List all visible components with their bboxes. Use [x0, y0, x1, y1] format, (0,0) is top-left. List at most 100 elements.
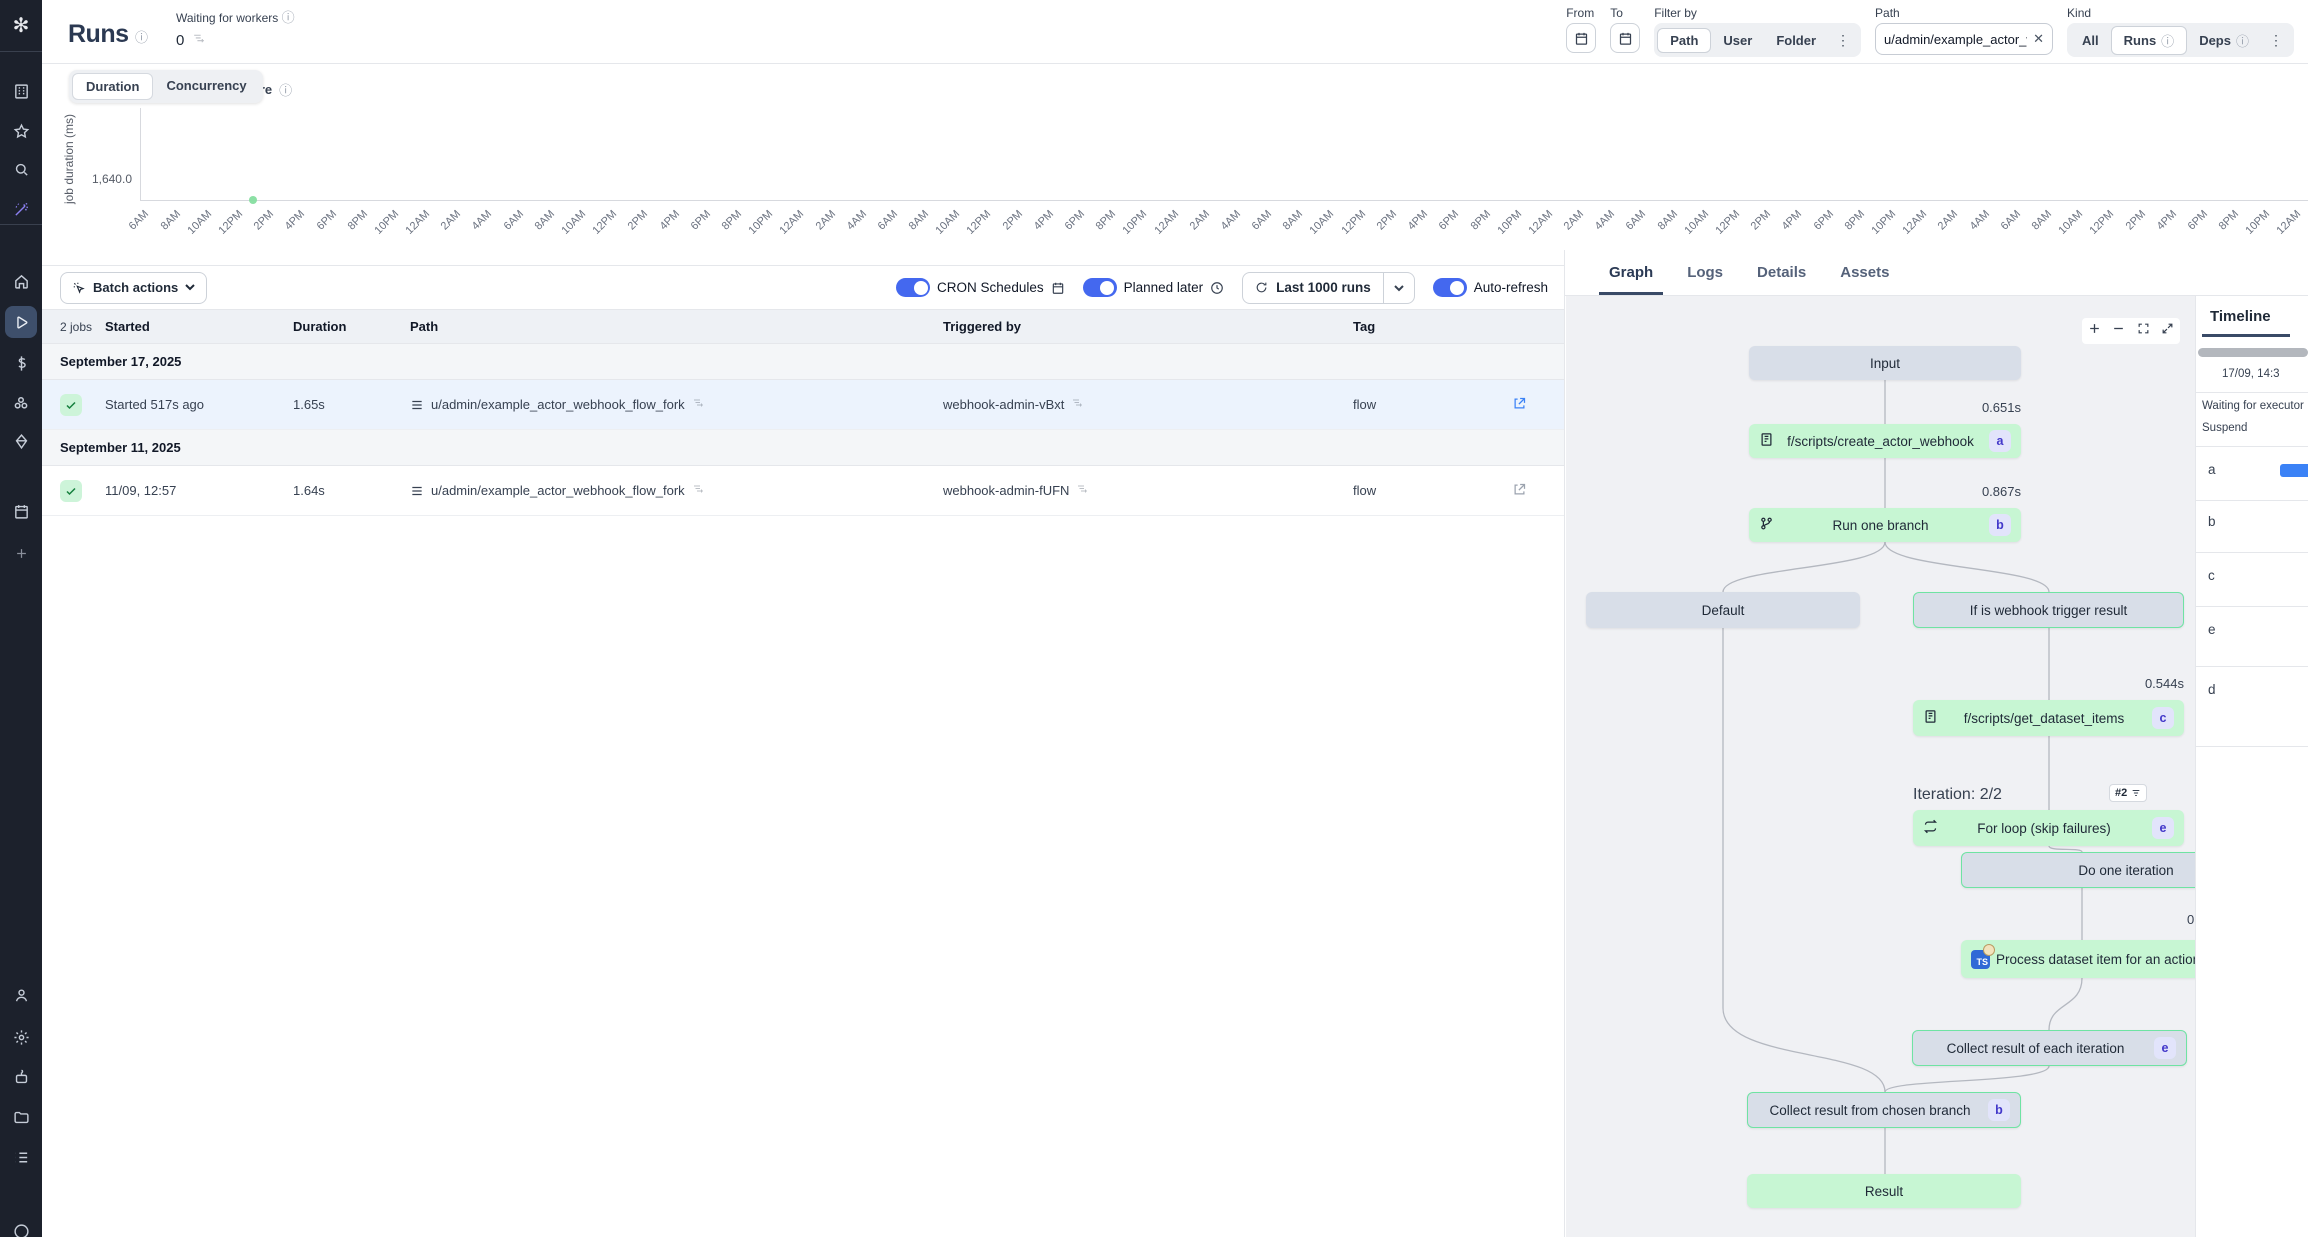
expand-icon[interactable] [2161, 322, 2174, 340]
filter-plus-icon[interactable] [1076, 483, 1088, 498]
typescript-icon: TS [1971, 950, 1990, 969]
timeline-scrollbar[interactable] [2198, 348, 2308, 357]
tab-assets[interactable]: Assets [1840, 250, 1889, 295]
y-axis-label: job duration (ms) [62, 104, 76, 214]
run-row[interactable]: Started 517s ago 1.65s u/admin/example_a… [42, 380, 1564, 430]
success-status-icon [60, 480, 82, 502]
run-data-point[interactable] [249, 196, 257, 204]
flow-node-if-branch[interactable]: If is webhook trigger result [1913, 592, 2184, 628]
open-run-icon[interactable] [1512, 482, 1564, 500]
waiting-info-icon[interactable]: ⓘ [282, 10, 295, 25]
favorites-star-icon[interactable] [0, 116, 42, 146]
planned-later-toggle[interactable] [1083, 278, 1117, 297]
batch-actions-button[interactable]: Batch actions [60, 272, 207, 304]
workers-robot-icon[interactable] [0, 1062, 42, 1092]
from-date-button[interactable] [1566, 23, 1596, 53]
sidebar: ✻ [0, 0, 42, 1237]
date-group-header: September 17, 2025 [42, 344, 1564, 380]
runs-nav-icon[interactable] [5, 306, 37, 338]
folders-icon[interactable] [0, 1102, 42, 1132]
path-filter-input[interactable]: u/admin/example_actor_we... ✕ [1875, 23, 2053, 55]
path-filter-group: Path u/admin/example_actor_we... ✕ [1875, 6, 2053, 55]
loop-icon [1923, 819, 1938, 837]
flow-node-step-b[interactable]: Run one branch b [1749, 508, 2021, 542]
y-axis-tick: 1,640.0 [70, 172, 132, 186]
runs-chart: load moreⓘ Duration Concurrency job dura… [42, 64, 2308, 266]
add-plus-icon[interactable] [0, 538, 42, 568]
waiting-for-workers: Waiting for workers ⓘ 0 [176, 7, 295, 49]
audit-logs-icon[interactable] [0, 1142, 42, 1172]
ai-wand-icon[interactable] [0, 194, 42, 224]
flow-node-do-iteration[interactable]: Do one iteration [1961, 852, 2195, 888]
zoom-out-icon[interactable] [2112, 322, 2125, 340]
flow-icon [410, 484, 424, 498]
workspace-icon[interactable] [0, 76, 42, 106]
runs-info-icon: ⓘ [2161, 31, 2174, 50]
tab-details[interactable]: Details [1757, 250, 1806, 295]
fit-view-icon[interactable] [2137, 322, 2150, 340]
flow-graph-canvas[interactable]: Input 0.651s f/scripts/create_actor_webh… [1566, 296, 2195, 1237]
variables-dollar-icon[interactable] [0, 348, 42, 378]
kind-all-tab[interactable]: All [2070, 29, 2111, 52]
flow-node-collect-iteration[interactable]: Collect result of each iteration e [1912, 1030, 2187, 1066]
open-run-icon[interactable] [1512, 396, 1564, 414]
flow-node-input[interactable]: Input [1749, 346, 2021, 380]
cron-schedules-toggle[interactable] [896, 278, 930, 297]
user-icon[interactable] [0, 980, 42, 1010]
tab-concurrency[interactable]: Concurrency [153, 73, 259, 100]
chart-mode-tabs: Duration Concurrency [69, 70, 263, 103]
filter-by-user-tab[interactable]: User [1711, 29, 1764, 52]
last-runs-select[interactable]: Last 1000 runs [1242, 272, 1415, 304]
settings-gear-icon[interactable] [0, 1022, 42, 1052]
zoom-in-icon[interactable] [2088, 322, 2101, 340]
windmill-logo-icon[interactable]: ✻ [0, 0, 42, 52]
success-status-icon [60, 394, 82, 416]
search-icon[interactable] [0, 154, 42, 184]
filter-plus-icon[interactable] [692, 483, 704, 498]
flow-node-process[interactable]: TS Process dataset item for an action [1961, 940, 2195, 978]
timeline-tab-underline [2202, 334, 2290, 337]
last-runs-chevron-icon[interactable] [1384, 279, 1414, 297]
filter-plus-icon[interactable] [1071, 397, 1083, 412]
tab-graph[interactable]: Graph [1609, 250, 1653, 295]
script-icon [1923, 709, 1938, 727]
iteration-selector[interactable]: #2 [2109, 784, 2147, 802]
tag-value: flow [1353, 483, 1512, 498]
flow-icon [410, 398, 424, 412]
to-date-button[interactable] [1610, 23, 1640, 53]
home-icon[interactable] [0, 266, 42, 296]
help-icon[interactable] [0, 1216, 42, 1237]
step-badge: a [1989, 430, 2011, 452]
filter-by-folder-tab[interactable]: Folder [1764, 29, 1828, 52]
filter-by-menu-icon[interactable]: ⋮ [1828, 32, 1858, 49]
triggers-icon[interactable] [0, 426, 42, 456]
clock-icon [1210, 281, 1224, 295]
title-info-icon[interactable]: ⓘ [135, 30, 148, 45]
timeline-timestamp: 17/09, 14:3 [2222, 368, 2280, 380]
timeline-row-label: d [2208, 682, 2216, 697]
flow-node-result[interactable]: Result [1747, 1174, 2021, 1208]
schedules-calendar-icon[interactable] [0, 496, 42, 526]
timeline-bar-a[interactable] [2280, 464, 2308, 477]
clear-path-icon[interactable]: ✕ [2033, 31, 2044, 47]
tab-duration[interactable]: Duration [72, 73, 153, 100]
step-badge: c [2152, 707, 2174, 729]
kind-deps-tab[interactable]: Depsⓘ [2187, 27, 2261, 54]
kind-group: Kind All Runsⓘ Depsⓘ ⋮ [2067, 6, 2294, 57]
filter-plus-icon[interactable] [192, 32, 205, 49]
flow-node-collect-branch[interactable]: Collect result from chosen branch b [1747, 1092, 2021, 1128]
flow-node-step-a[interactable]: f/scripts/create_actor_webhook a [1749, 424, 2021, 458]
step-badge: e [2152, 817, 2174, 839]
tab-logs[interactable]: Logs [1687, 250, 1723, 295]
filter-by-path-tab[interactable]: Path [1657, 28, 1711, 53]
flow-node-step-c[interactable]: f/scripts/get_dataset_items c [1913, 700, 2184, 736]
timeline-title[interactable]: Timeline [2210, 308, 2271, 325]
flow-node-step-e[interactable]: For loop (skip failures) e [1913, 810, 2184, 846]
resources-icon[interactable] [0, 388, 42, 418]
kind-menu-icon[interactable]: ⋮ [2261, 32, 2291, 49]
filter-plus-icon[interactable] [692, 397, 704, 412]
run-row[interactable]: 11/09, 12:57 1.64s u/admin/example_actor… [42, 466, 1564, 516]
kind-runs-tab[interactable]: Runsⓘ [2111, 26, 2188, 55]
auto-refresh-toggle[interactable] [1433, 278, 1467, 297]
flow-node-default-branch[interactable]: Default [1586, 592, 1860, 628]
